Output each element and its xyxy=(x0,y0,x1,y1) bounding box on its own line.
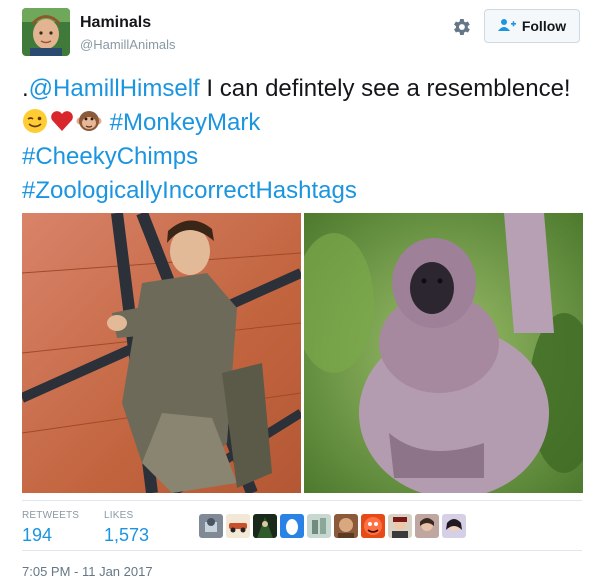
follow-button[interactable]: Follow xyxy=(484,9,580,43)
liker-avatar-9[interactable] xyxy=(415,514,439,538)
liker-avatar-1[interactable] xyxy=(199,514,223,538)
likers-list xyxy=(199,514,466,538)
monkey-face-icon xyxy=(76,108,102,134)
liker-avatar-6[interactable] xyxy=(334,514,358,538)
liker-avatar-5[interactable] xyxy=(307,514,331,538)
likes-stat[interactable]: LIKES 1,573 xyxy=(104,510,149,546)
liker-avatar-3[interactable] xyxy=(253,514,277,538)
retweets-stat[interactable]: RETWEETS 194 xyxy=(22,510,79,546)
follow-button-label: Follow xyxy=(521,18,567,34)
tweet-text: .@HamillHimself I can defintely see a re… xyxy=(22,72,582,208)
display-name[interactable]: Haminals xyxy=(80,14,151,32)
winking-face-icon xyxy=(22,108,48,134)
mention-link[interactable]: @HamillHimself xyxy=(29,75,200,102)
user-handle[interactable]: @HamillAnimals xyxy=(80,37,176,52)
hashtag-cheekychimps[interactable]: #CheekyChimps xyxy=(22,143,198,170)
liker-avatar-4[interactable] xyxy=(280,514,304,538)
tweet-prefix: . xyxy=(22,75,29,102)
tweet-photo-gibbon[interactable] xyxy=(304,213,583,493)
likes-label: LIKES xyxy=(104,510,134,521)
retweets-label: RETWEETS xyxy=(22,510,80,521)
retweets-count: 194 xyxy=(22,525,53,545)
hashtag-zoologically-incorrect[interactable]: #ZoologicallyIncorrectHashtags xyxy=(22,177,357,204)
avatar[interactable] xyxy=(22,8,70,56)
gear-icon[interactable] xyxy=(450,16,472,38)
tweet-timestamp[interactable]: 7:05 PM - 11 Jan 2017 xyxy=(22,564,153,579)
liker-avatar-7[interactable] xyxy=(361,514,385,538)
divider-top xyxy=(22,500,582,501)
add-user-icon xyxy=(497,18,516,35)
hashtag-monkeymark[interactable]: #MonkeyMark xyxy=(110,109,261,136)
liker-avatar-8[interactable] xyxy=(388,514,412,538)
tweet-body: I can defintely see a resemblence! xyxy=(199,75,571,102)
liker-avatar-2[interactable] xyxy=(226,514,250,538)
likes-count: 1,573 xyxy=(104,525,150,545)
red-heart-icon xyxy=(49,108,75,134)
tweet-photo-man[interactable] xyxy=(22,213,301,493)
liker-avatar-10[interactable] xyxy=(442,514,466,538)
divider-bottom xyxy=(22,550,582,551)
